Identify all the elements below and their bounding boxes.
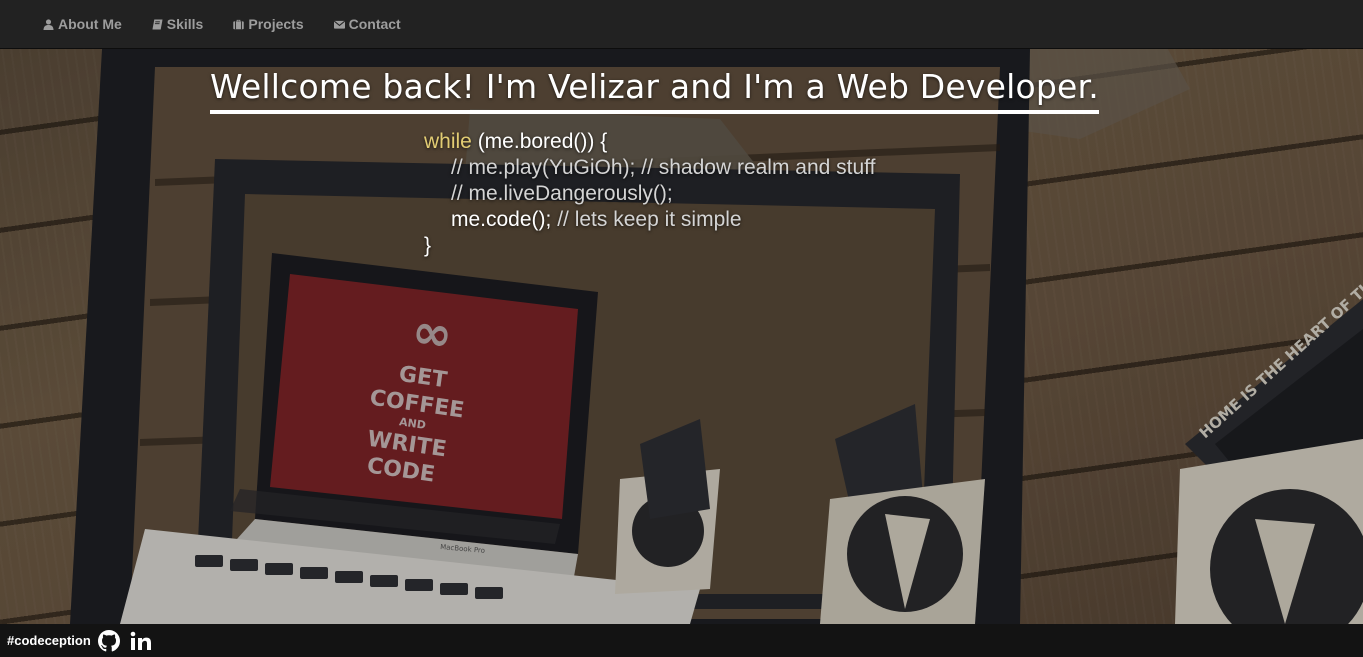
footer: #codeception [0, 624, 1363, 657]
code-line-2: // me.play(YuGiOh); // shadow realm and … [451, 156, 876, 179]
nav-list: About Me Skills Projects Contact [28, 0, 416, 48]
book-icon [152, 18, 163, 30]
code-snippet: while (me.bored()) { // me.play(YuGiOh);… [424, 129, 875, 259]
nav-label-about-me: About Me [58, 16, 122, 32]
hero-title: Wellcome back! I'm Velizar and I'm a Web… [210, 65, 1099, 114]
footer-hashtag: #codeception [7, 633, 91, 648]
github-icon [97, 629, 120, 651]
code-line-4: me.code(); // lets keep it simple [424, 207, 875, 233]
navbar: About Me Skills Projects Contact [0, 0, 1363, 49]
nav-item-about-me[interactable]: About Me [28, 0, 137, 48]
code-comment: // lets keep it simple [551, 208, 742, 231]
linkedin-link[interactable] [130, 631, 152, 651]
code-line-1: while (me.bored()) { [424, 129, 875, 155]
linkedin-icon [130, 631, 151, 650]
nav-item-skills[interactable]: Skills [137, 0, 219, 48]
nav-label-skills: Skills [166, 16, 204, 32]
nav-label-contact: Contact [348, 16, 401, 32]
code-line-close: } [424, 234, 432, 257]
code-condition: (me.bored()) { [471, 130, 608, 153]
nav-item-projects[interactable]: Projects [218, 0, 318, 48]
user-icon [43, 18, 54, 30]
envelope-icon [333, 20, 345, 29]
briefcase-icon [233, 19, 245, 29]
nav-item-contact[interactable]: Contact [319, 0, 416, 48]
nav-label-projects: Projects [248, 16, 304, 32]
code-statement: me.code(); [451, 208, 552, 231]
code-keyword: while [424, 130, 472, 153]
github-link[interactable] [97, 629, 120, 652]
hero-section: ∞ GET COFFEE AND WRITE CODE MacBook Pro … [0, 49, 1363, 624]
code-line-3: // me.liveDangerously(); [451, 182, 673, 205]
